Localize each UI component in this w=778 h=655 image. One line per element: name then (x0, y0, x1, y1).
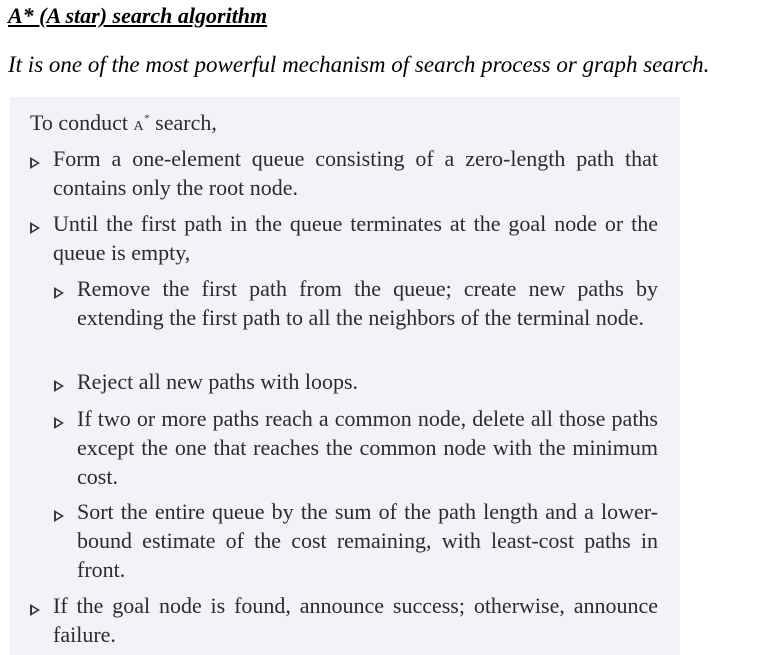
page-title: A* (A star) search algorithm (8, 3, 268, 28)
procedure-heading: To conduct A* search, (30, 110, 217, 136)
step-item: Sort the entire queue by the sum of the … (77, 499, 658, 582)
procedure-heading-pre: To conduct (30, 110, 134, 135)
step-item: If the goal node is found, announce succ… (53, 593, 658, 647)
step-item: Until the first path in the queue termin… (53, 211, 658, 265)
step-item: Reject all new paths with loops. (77, 369, 359, 394)
bullet-triangle-icon (54, 417, 64, 429)
algorithm-figure: To conduct A* search, Form a one-element… (10, 97, 680, 655)
bullet-triangle-icon (30, 222, 40, 234)
step-item: Remove the first path from the queue; cr… (77, 276, 658, 330)
bullet-triangle-icon (54, 510, 64, 522)
procedure-heading-post: search, (149, 110, 217, 135)
bullet-triangle-icon (30, 604, 40, 616)
procedure-heading-a: A (133, 119, 145, 134)
bullet-triangle-icon (54, 380, 64, 392)
bullet-triangle-icon (54, 287, 64, 299)
step-item: Form a one-element queue consisting of a… (53, 146, 658, 200)
step-item: If two or more paths reach a common node… (77, 406, 658, 489)
intro-text: It is one of the most powerful mechanism… (8, 52, 710, 77)
bullet-triangle-icon (30, 157, 40, 169)
